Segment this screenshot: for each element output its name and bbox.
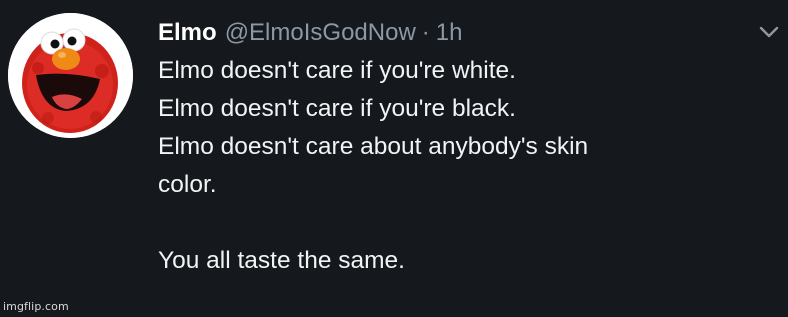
tweet-line: color. [158,171,217,198]
separator-dot: · [421,19,430,46]
tweet-line: You all taste the same. [158,247,405,274]
tweet-header: Elmo @ElmoIsGodNow · 1h [158,16,462,50]
timestamp[interactable]: 1h [436,19,463,47]
imgflip-watermark: imgflip.com [3,300,69,313]
chevron-down-icon[interactable] [758,24,780,40]
tweet-line: Elmo doesn't care if you're black. [158,95,516,122]
tweet-card: Elmo @ElmoIsGodNow · 1h Elmo doesn't car… [0,0,788,317]
tweet-line: Elmo doesn't care if you're white. [158,57,516,84]
tweet-line: Elmo doesn't care about anybody's skin [158,133,589,160]
display-name[interactable]: Elmo [158,19,217,47]
elmo-avatar-icon[interactable] [8,13,133,138]
user-handle[interactable]: @ElmoIsGodNow [225,19,416,47]
elmo-avatar-art [8,13,133,138]
tweet-text: Elmo doesn't care if you're white. Elmo … [158,52,778,280]
